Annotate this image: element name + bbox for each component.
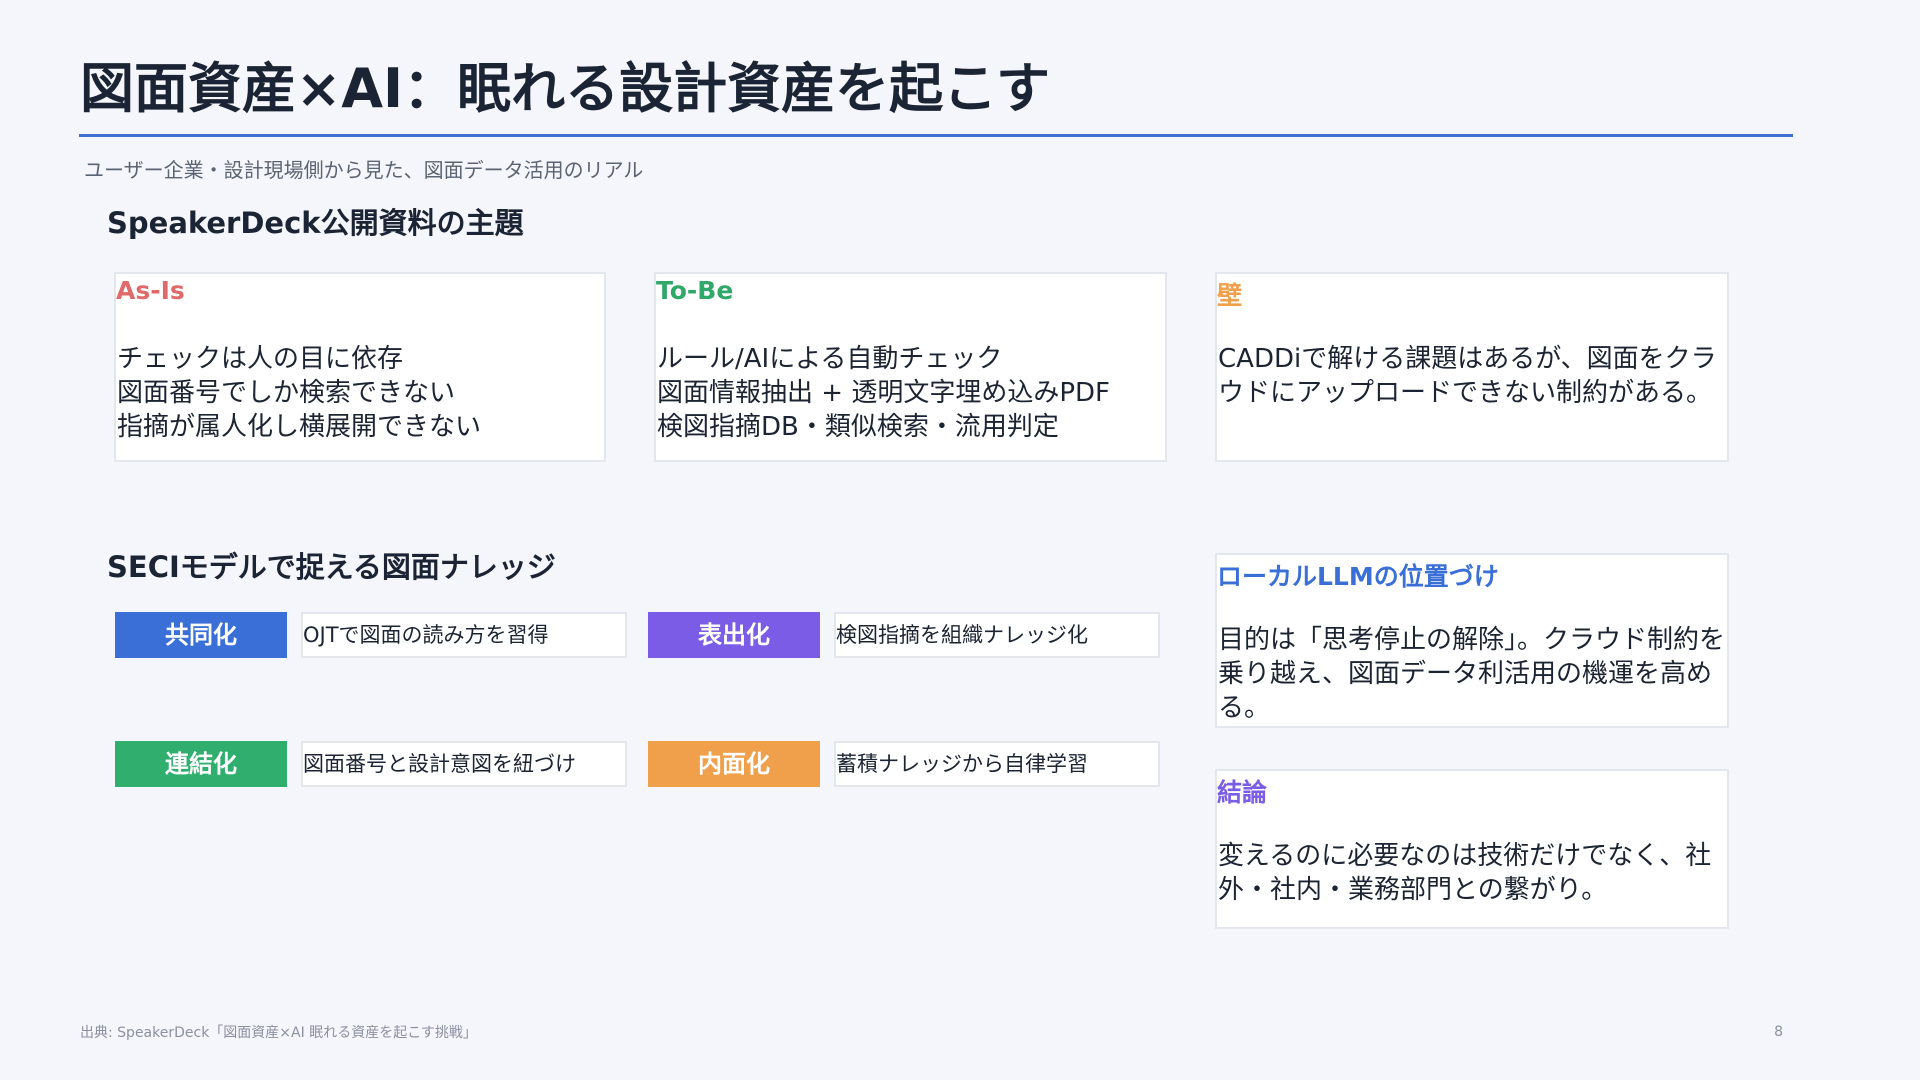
seci-desc-combination: 図面番号と設計意図を紐づけ [301,741,627,787]
local-llm-card: ローカルLLMの位置づけ 目的は「思考停止の解除」。クラウド制約を乗り越え、図面… [1215,553,1729,728]
to-be-card: To-Be ルール/AIによる自動チェック 図面情報抽出 + 透明文字埋め込みP… [654,272,1167,462]
seci-label-socialization: 共同化 [115,612,287,658]
to-be-line: 図面情報抽出 + 透明文字埋め込みPDF [657,378,1110,408]
seci-label-externalization: 表出化 [648,612,820,658]
slide-subtitle: ユーザー企業・設計現場側から見た、図面データ活用のリアル [84,158,644,182]
seci-desc-socialization: OJTで図面の読み方を習得 [301,612,627,658]
barrier-card-body: CADDiで解ける課題はあるが、図面をクラウドにアップロードできない制約がある。 [1218,344,1717,408]
as-is-card-body: チェックは人の目に依存 図面番号でしか検索できない 指摘が属人化し横展開できない [117,342,481,444]
to-be-card-body: ルール/AIによる自動チェック 図面情報抽出 + 透明文字埋め込みPDF 検図指… [657,342,1110,444]
local-llm-card-body: 目的は「思考停止の解除」。クラウド制約を乗り越え、図面データ利活用の機運を高める… [1218,625,1726,723]
to-be-card-title: To-Be [656,276,734,305]
seci-section-heading: SECIモデルで捉える図面ナレッジ [107,550,556,584]
as-is-card-title: As-Is [116,276,185,305]
barrier-card: 壁 CADDiで解ける課題はあるが、図面をクラウドにアップロードできない制約があ… [1215,272,1729,462]
topic-section-heading: SpeakerDeck公開資料の主題 [107,206,524,240]
as-is-card: As-Is チェックは人の目に依存 図面番号でしか検索できない 指摘が属人化し横… [114,272,606,462]
as-is-line: チェックは人の目に依存 [117,344,404,374]
conclusion-card-title: 結論 [1217,778,1268,807]
to-be-line: ルール/AIによる自動チェック [657,344,1003,374]
conclusion-card: 結論 変えるのに必要なのは技術だけでなく、社外・社内・業務部門との繋がり。 [1215,769,1729,929]
seci-label-internalization: 内面化 [648,741,820,787]
seci-desc-externalization: 検図指摘を組織ナレッジ化 [834,612,1160,658]
seci-label-combination: 連結化 [115,741,287,787]
barrier-card-title: 壁 [1217,281,1243,310]
local-llm-card-title: ローカルLLMの位置づけ [1217,562,1499,591]
conclusion-card-body: 変えるのに必要なのは技術だけでなく、社外・社内・業務部門との繋がり。 [1218,841,1712,905]
to-be-line: 検図指摘DB・類似検索・流用判定 [657,412,1059,442]
footer-source: 出典: SpeakerDeck「図面資産×AI 眠れる資産を起こす挑戦」 [80,1025,477,1041]
title-underline [79,134,1793,137]
seci-desc-internalization: 蓄積ナレッジから自律学習 [834,741,1160,787]
as-is-line: 図面番号でしか検索できない [117,378,456,408]
page-number: 8 [1774,1024,1783,1040]
slide-title: 図面資産×AI：眠れる設計資産を起こす [80,57,1051,120]
as-is-line: 指摘が属人化し横展開できない [117,412,482,442]
